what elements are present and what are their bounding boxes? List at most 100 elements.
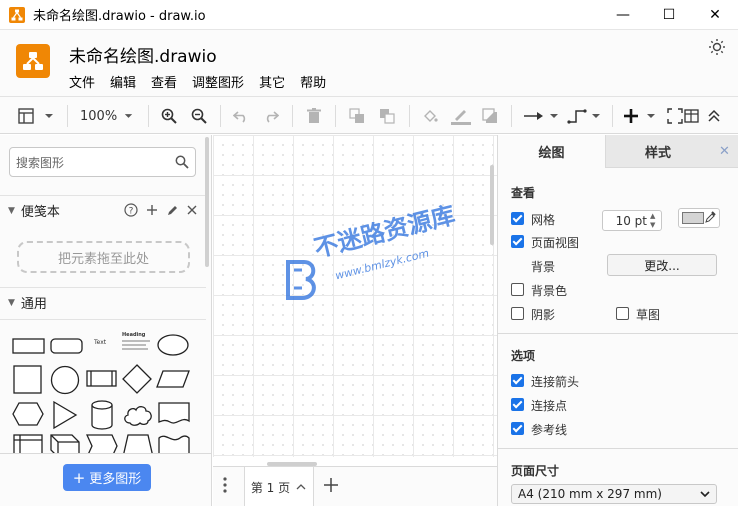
- zoom-out-icon[interactable]: [188, 102, 210, 130]
- general-shapes-header[interactable]: ▼ 通用: [0, 287, 206, 317]
- appearance-sun-icon[interactable]: [708, 38, 726, 56]
- background-color-checkbox[interactable]: [511, 283, 524, 296]
- shape-tape[interactable]: [158, 434, 190, 454]
- guides-checkbox[interactable]: [511, 422, 524, 435]
- shape-cylinder[interactable]: [90, 400, 114, 430]
- diagram-canvas[interactable]: [213, 135, 497, 457]
- zoom-level: 100%: [80, 108, 118, 124]
- connection-points-label: 连接点: [531, 399, 568, 413]
- shadow-checkbox[interactable]: [511, 307, 524, 320]
- grid-size-stepper[interactable]: ▲ ▼: [650, 212, 660, 230]
- search-icon[interactable]: [175, 155, 189, 172]
- page-tab-1[interactable]: 第 1 页: [244, 467, 314, 506]
- background-color-label: 背景色: [531, 284, 568, 298]
- shape-parallelogram[interactable]: [156, 369, 190, 389]
- maximize-button[interactable]: ☐: [646, 0, 692, 30]
- undo-icon[interactable]: [231, 102, 251, 130]
- paper-size-value: A4 (210 mm x 297 mm): [518, 487, 662, 501]
- close-panel-icon[interactable]: ✕: [710, 135, 738, 168]
- shape-heading[interactable]: Heading: [122, 332, 152, 350]
- page-size-section-title: 页面尺寸: [511, 464, 560, 478]
- collapse-toolbar-icon[interactable]: [704, 102, 724, 130]
- line-color-icon[interactable]: [450, 102, 472, 130]
- scratchpad-header[interactable]: ▼ 便笺本 ?: [0, 195, 206, 225]
- shape-document[interactable]: [158, 402, 190, 426]
- add-icon[interactable]: [146, 203, 158, 221]
- to-front-icon[interactable]: [346, 102, 368, 130]
- menu-file[interactable]: 文件: [69, 72, 95, 91]
- collapse-triangle-icon[interactable]: ▼: [8, 298, 15, 308]
- shape-search-box[interactable]: 搜索图形: [9, 147, 196, 177]
- shape-cube[interactable]: [50, 434, 80, 454]
- tab-diagram[interactable]: 绘图: [498, 135, 605, 168]
- zoom-in-icon[interactable]: [158, 102, 180, 130]
- shape-heading-title: Heading: [122, 332, 146, 338]
- delete-icon[interactable]: [304, 102, 324, 130]
- guides-label: 参考线: [531, 423, 568, 437]
- fullscreen-table-icon[interactable]: [666, 102, 700, 130]
- sidebar-scrollbar[interactable]: [205, 137, 209, 267]
- insert-plus-dropdown[interactable]: [622, 102, 658, 130]
- panels-layout-button[interactable]: [16, 102, 56, 130]
- more-shapes-label: 更多图形: [89, 472, 142, 487]
- grid-size-input[interactable]: 10 pt ▲ ▼: [602, 210, 662, 231]
- shape-internal-storage[interactable]: [13, 434, 43, 454]
- help-icon[interactable]: ?: [124, 203, 138, 221]
- shape-process[interactable]: [86, 369, 118, 389]
- shape-triangle[interactable]: [52, 401, 78, 429]
- page-view-checkbox[interactable]: [511, 235, 524, 248]
- zoom-dropdown[interactable]: 100%: [80, 102, 136, 130]
- window-titlebar: 未命名绘图.drawio - draw.io — ☐ ✕: [0, 0, 738, 30]
- redo-icon[interactable]: [261, 102, 281, 130]
- edit-pencil-icon[interactable]: [166, 203, 178, 221]
- grid-checkbox[interactable]: [511, 212, 524, 225]
- menu-arrange[interactable]: 调整图形: [192, 72, 244, 91]
- menu-view[interactable]: 查看: [151, 72, 177, 91]
- connection-points-checkbox[interactable]: [511, 398, 524, 411]
- app-logo-icon: [16, 44, 50, 78]
- eyedropper-icon: [705, 211, 716, 226]
- shape-square[interactable]: [13, 365, 43, 395]
- shape-trapezoid[interactable]: [122, 434, 154, 454]
- shape-circle[interactable]: [50, 365, 80, 395]
- document-title[interactable]: 未命名绘图.drawio: [69, 42, 217, 67]
- shape-text[interactable]: Text: [94, 339, 106, 346]
- paper-size-select[interactable]: A4 (210 mm x 297 mm): [511, 484, 717, 504]
- chevron-up-icon[interactable]: [295, 482, 307, 492]
- minimize-button[interactable]: —: [600, 0, 646, 30]
- fill-color-icon[interactable]: [420, 102, 440, 130]
- shape-ellipse[interactable]: [156, 333, 190, 357]
- menu-extras[interactable]: 其它: [259, 72, 285, 91]
- shape-rounded-rectangle[interactable]: [50, 336, 84, 356]
- shape-diamond[interactable]: [122, 364, 152, 394]
- collapse-triangle-icon[interactable]: ▼: [8, 206, 15, 216]
- close-icon[interactable]: [186, 203, 198, 221]
- sketch-checkbox[interactable]: [616, 307, 629, 320]
- tab-style[interactable]: 样式: [605, 135, 710, 168]
- toolbar-divider: [612, 105, 613, 127]
- grid-color-button[interactable]: [678, 208, 720, 228]
- add-page-icon[interactable]: [323, 474, 339, 499]
- shape-hexagon[interactable]: [12, 402, 44, 426]
- to-back-icon[interactable]: [376, 102, 398, 130]
- connect-arrows-checkbox[interactable]: [511, 374, 524, 387]
- view-section-title: 查看: [511, 186, 536, 200]
- connection-arrow-dropdown[interactable]: [522, 102, 560, 130]
- canvas-vertical-scrollbar[interactable]: [490, 165, 494, 245]
- section-divider: [498, 448, 738, 449]
- change-background-button[interactable]: 更改...: [607, 254, 717, 276]
- waypoints-dropdown[interactable]: [566, 102, 602, 130]
- shape-step[interactable]: [86, 434, 118, 454]
- pages-menu-icon[interactable]: [223, 477, 227, 497]
- close-window-button[interactable]: ✕: [692, 0, 738, 30]
- menu-edit[interactable]: 编辑: [110, 72, 136, 91]
- shapes-sidebar: 搜索图形 ▼ 便笺本 ? 把元素拖至此处 ▼ 通用 Text Heading +…: [0, 135, 212, 506]
- shape-cloud[interactable]: [122, 403, 154, 427]
- more-shapes-button[interactable]: + 更多图形: [63, 464, 151, 491]
- shadow-icon[interactable]: [480, 102, 500, 130]
- shape-rectangle[interactable]: [12, 336, 46, 356]
- scratchpad-label: 便笺本: [20, 205, 60, 220]
- menu-help[interactable]: 帮助: [300, 72, 326, 91]
- shape-search-input[interactable]: 搜索图形: [16, 154, 64, 171]
- scratchpad-dropzone[interactable]: 把元素拖至此处: [17, 241, 190, 273]
